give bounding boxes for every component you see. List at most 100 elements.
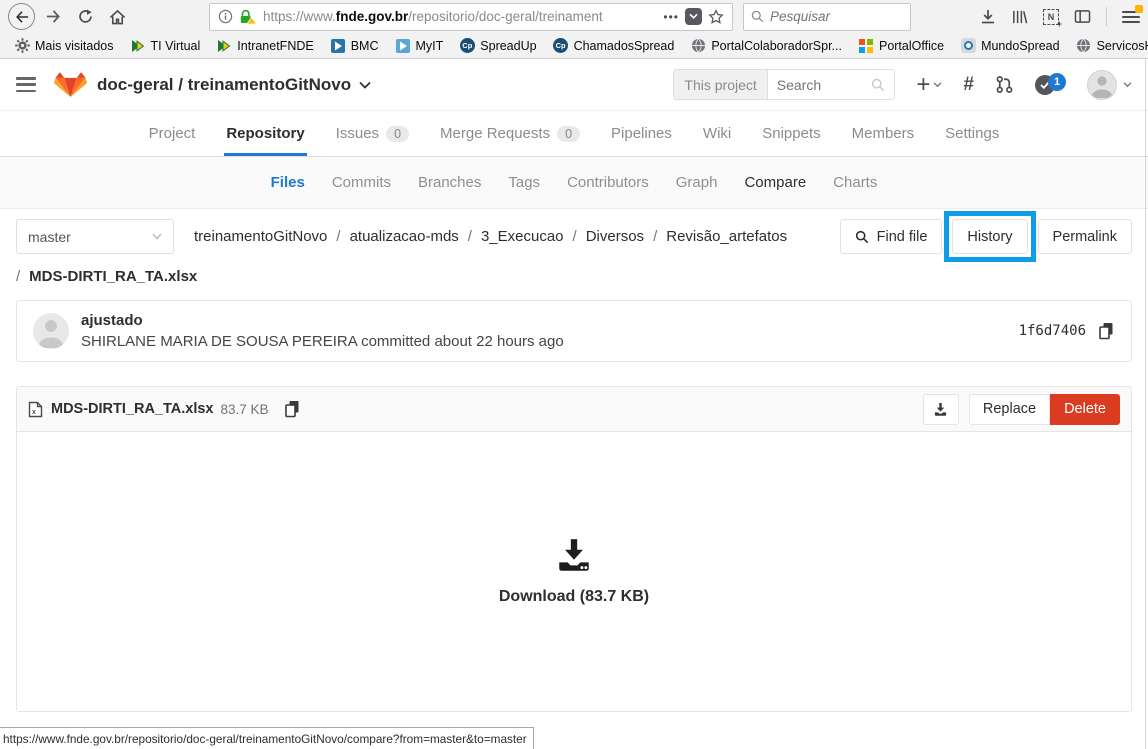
gitlab-menu-icon[interactable]	[16, 77, 36, 92]
find-file-button[interactable]: Find file	[840, 219, 943, 254]
pocket-icon[interactable]	[685, 8, 702, 25]
subtab-branches[interactable]: Branches	[418, 174, 481, 191]
copy-file-path-icon[interactable]	[284, 400, 301, 418]
page-info-icon[interactable]	[218, 9, 233, 24]
commit-author[interactable]: SHIRLANE MARIA DE SOUSA PEREIRA	[81, 333, 357, 350]
subtab-charts[interactable]: Charts	[833, 174, 877, 191]
subtab-compare[interactable]: Compare	[744, 174, 806, 191]
current-file-crumb: MDS-DIRTI_RA_TA.xlsx	[29, 268, 197, 285]
subtab-files[interactable]: Files	[271, 174, 305, 191]
bookmark-label: PortalColaboradorSpr...	[711, 39, 842, 53]
search-icon	[871, 78, 885, 92]
excel-file-icon: x	[28, 401, 43, 418]
commit-sha: 1f6d7406	[1019, 323, 1086, 339]
gitlab-search-input[interactable]	[768, 77, 872, 93]
download-file-button[interactable]	[923, 394, 959, 425]
commit-meta: SHIRLANE MARIA DE SOUSA PEREIRA committe…	[81, 333, 564, 350]
tab-settings[interactable]: Settings	[943, 111, 1001, 156]
subtab-commits[interactable]: Commits	[332, 174, 391, 191]
project-tabs: Project Repository Issues0 Merge Request…	[0, 111, 1148, 157]
project-title[interactable]: doc-geral / treinamentoGitNovo	[97, 75, 371, 95]
download-link[interactable]: Download (83.7 KB)	[499, 588, 649, 606]
microsoft-icon	[858, 38, 874, 54]
downloads-icon[interactable]	[980, 9, 996, 25]
chevron-down-icon	[152, 233, 162, 240]
download-icon[interactable]	[554, 537, 594, 573]
globe-icon	[690, 38, 706, 54]
bookmark-label: MyIT	[416, 39, 444, 53]
todos-button[interactable]: 1	[1035, 75, 1066, 95]
subtab-tags[interactable]: Tags	[508, 174, 540, 191]
tab-snippets[interactable]: Snippets	[760, 111, 822, 156]
history-button[interactable]: History	[952, 219, 1027, 254]
activity-button[interactable]: #	[963, 74, 974, 96]
bookmark-star-icon[interactable]	[708, 9, 724, 25]
search-scope-chip[interactable]: This project	[674, 70, 767, 99]
bookmark-label: Mais visitados	[35, 39, 114, 53]
subtab-contributors[interactable]: Contributors	[567, 174, 649, 191]
bookmark-mais-visitados[interactable]: Mais visitados	[6, 33, 122, 58]
delete-button[interactable]: Delete	[1050, 394, 1120, 425]
bookmark-spreadup[interactable]: Cp SpreadUp	[451, 33, 544, 58]
bookmark-portal-office[interactable]: PortalOffice	[850, 33, 952, 58]
bookmark-mundo-spread[interactable]: MundoSpread	[952, 33, 1068, 58]
copy-commit-sha-icon[interactable]	[1098, 322, 1115, 340]
menu-icon[interactable]	[1122, 8, 1140, 26]
file-holder: x MDS-DIRTI_RA_TA.xlsx 83.7 KB Replace D…	[16, 386, 1132, 712]
window-edge	[1145, 59, 1146, 749]
gear-icon	[14, 38, 30, 54]
reload-button[interactable]	[71, 3, 99, 31]
onenote-clipper-icon[interactable]: N+	[1043, 9, 1059, 25]
breadcrumb-link[interactable]: Revisão_artefatos	[666, 228, 787, 245]
bookmark-intranet-fnde[interactable]: IntranetFNDE	[208, 33, 321, 58]
commit-title[interactable]: ajustado	[81, 312, 564, 329]
file-size: 83.7 KB	[220, 402, 268, 417]
tab-wiki[interactable]: Wiki	[701, 111, 733, 156]
breadcrumb-link[interactable]: treinamentoGitNovo	[194, 228, 327, 245]
new-menu-button[interactable]: +	[916, 75, 942, 95]
home-button[interactable]	[103, 3, 131, 31]
update-badge	[1135, 5, 1143, 13]
user-menu[interactable]	[1087, 70, 1132, 100]
gitlab-logo[interactable]	[54, 69, 87, 100]
branch-selector[interactable]: master	[16, 219, 174, 254]
page-actions-icon[interactable]: •••	[663, 10, 679, 24]
bookmark-portal-colaborador[interactable]: PortalColaboradorSpr...	[682, 33, 850, 58]
tree-controls-row: master treinamentoGitNovo / atualizacao-…	[16, 219, 1132, 254]
tab-pipelines[interactable]: Pipelines	[609, 111, 674, 156]
bookmark-chamados-spread[interactable]: Cp ChamadosSpread	[545, 33, 683, 58]
tab-issues[interactable]: Issues0	[334, 111, 411, 156]
tab-members[interactable]: Members	[850, 111, 917, 156]
browser-toolbar: https://www.fnde.gov.br/repositorio/doc-…	[0, 0, 1148, 33]
bookmark-label: MundoSpread	[981, 39, 1060, 53]
repository-subnav: Files Commits Branches Tags Contributors…	[0, 157, 1148, 209]
replace-button[interactable]: Replace	[969, 394, 1050, 425]
breadcrumb-link[interactable]: 3_Execucao	[481, 228, 564, 245]
library-icon[interactable]	[1011, 9, 1028, 25]
merge-requests-icon[interactable]	[995, 75, 1014, 94]
forward-button[interactable]	[39, 3, 67, 31]
search-input[interactable]	[770, 9, 880, 24]
breadcrumb-link[interactable]: atualizacao-mds	[350, 228, 459, 245]
permalink-button[interactable]: Permalink	[1038, 219, 1132, 254]
chevron-down-icon	[1123, 82, 1132, 88]
toolbar-separator	[1106, 7, 1107, 26]
gitlab-search-box[interactable]: This project	[673, 69, 895, 100]
tab-repository[interactable]: Repository	[224, 111, 306, 156]
bookmark-ti-virtual[interactable]: TI Virtual	[122, 33, 209, 58]
bookmark-myit[interactable]: MyIT	[387, 33, 452, 58]
back-button[interactable]	[8, 3, 35, 30]
bookmark-bmc[interactable]: BMC	[322, 33, 387, 58]
breadcrumb-link[interactable]: Diversos	[586, 228, 644, 245]
tab-project[interactable]: Project	[147, 111, 198, 156]
subtab-graph[interactable]: Graph	[676, 174, 718, 191]
url-bar[interactable]: https://www.fnde.gov.br/repositorio/doc-…	[209, 3, 733, 31]
globe-icon	[1076, 38, 1092, 54]
sidebar-toggle-icon[interactable]	[1074, 9, 1091, 24]
browser-search-bar[interactable]	[743, 3, 911, 31]
cp-badge-icon: Cp	[459, 38, 475, 54]
green-arrow-icon	[216, 38, 232, 54]
lock-warning-icon[interactable]	[239, 9, 257, 25]
tab-merge-requests[interactable]: Merge Requests0	[438, 111, 582, 156]
bookmark-servicos-homolog[interactable]: ServicosHomolog	[1068, 33, 1148, 58]
